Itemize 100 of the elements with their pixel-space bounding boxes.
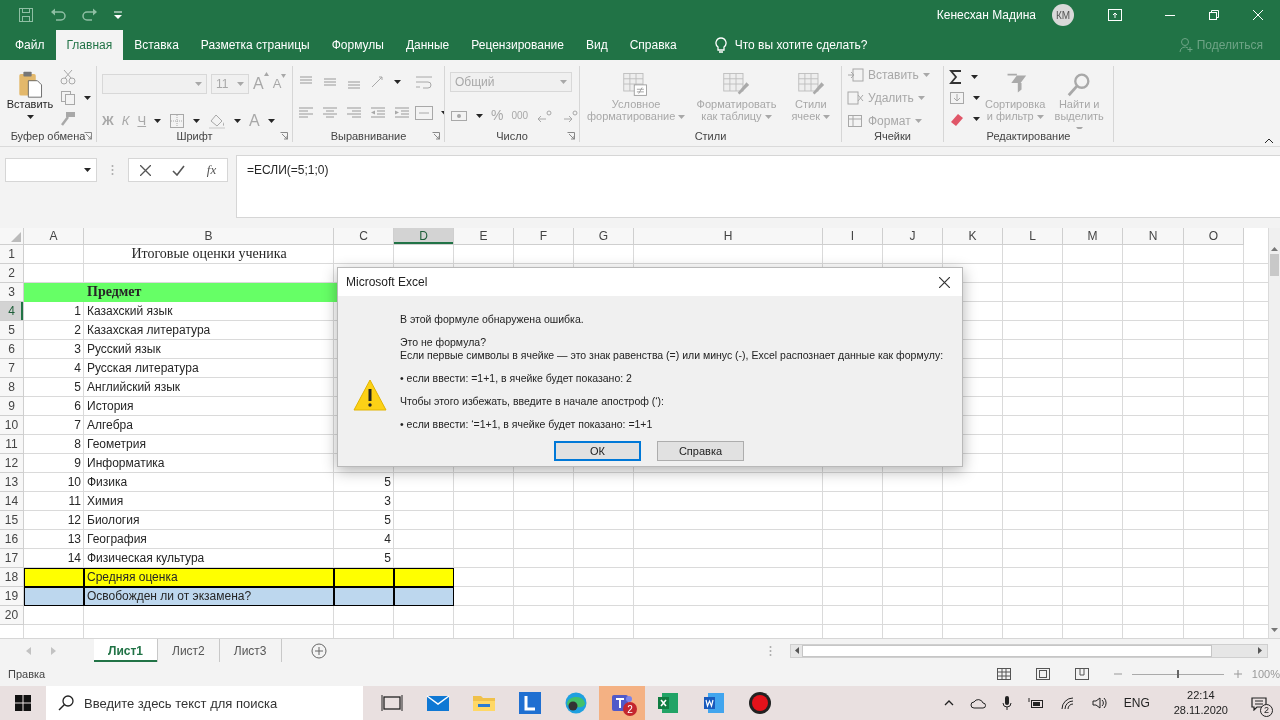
wifi-icon[interactable] bbox=[1059, 696, 1076, 710]
customize-icon[interactable] bbox=[114, 10, 122, 20]
page-layout-icon[interactable] bbox=[1035, 668, 1050, 680]
scissors-icon[interactable] bbox=[60, 68, 76, 85]
next-sheet-icon[interactable] bbox=[51, 646, 56, 655]
ribbon-tab[interactable]: Формулы bbox=[320, 30, 395, 60]
decrease-decimal-icon[interactable] bbox=[562, 108, 579, 123]
ribbon-tab[interactable]: Файл bbox=[4, 30, 56, 60]
show-hidden-icons-icon[interactable] bbox=[943, 700, 954, 706]
column-header[interactable]: H bbox=[634, 228, 823, 245]
column-header[interactable]: I bbox=[823, 228, 883, 245]
search-field[interactable]: Введите здесь текст для поиска bbox=[46, 686, 363, 720]
scrollbar-thumb[interactable] bbox=[1270, 254, 1279, 276]
row-header[interactable]: 17 bbox=[0, 549, 24, 568]
microphone-icon[interactable] bbox=[1001, 695, 1012, 711]
orientation-icon[interactable] bbox=[370, 74, 386, 89]
borders-icon[interactable] bbox=[169, 113, 186, 129]
row-header[interactable]: 18 bbox=[0, 568, 24, 587]
select-all-button[interactable] bbox=[0, 228, 24, 245]
collapse-ribbon-icon[interactable] bbox=[1264, 138, 1274, 144]
column-header[interactable]: E bbox=[454, 228, 514, 245]
currency-icon[interactable] bbox=[450, 108, 468, 123]
tell-me-button[interactable]: Что вы хотите сделать? bbox=[703, 30, 879, 60]
scroll-right-icon[interactable] bbox=[1258, 647, 1262, 654]
column-header[interactable]: B bbox=[84, 228, 334, 245]
ribbon-tab[interactable]: Справка bbox=[618, 30, 688, 60]
ribbon-tab[interactable]: Рецензирование bbox=[460, 30, 575, 60]
cloud-icon[interactable] bbox=[969, 697, 986, 709]
ribbon-display-icon[interactable] bbox=[1108, 9, 1122, 21]
row-header[interactable]: 1 bbox=[0, 245, 24, 264]
close-icon[interactable] bbox=[939, 276, 950, 288]
redo-icon[interactable] bbox=[82, 8, 98, 22]
font-name-field[interactable] bbox=[102, 74, 207, 94]
cancel-icon[interactable] bbox=[139, 164, 151, 176]
merge-icon[interactable] bbox=[415, 105, 433, 122]
dialog-launcher-icon[interactable] bbox=[567, 132, 575, 140]
row-header[interactable]: 9 bbox=[0, 397, 24, 416]
notifications-button[interactable]: 2 bbox=[1244, 688, 1274, 718]
column-header[interactable]: O bbox=[1184, 228, 1244, 245]
fill-color-icon[interactable] bbox=[208, 113, 227, 129]
column-header[interactable]: F bbox=[514, 228, 574, 245]
row-header[interactable]: 12 bbox=[0, 454, 24, 473]
row-header[interactable]: 14 bbox=[0, 492, 24, 511]
increase-decimal-icon[interactable] bbox=[536, 108, 555, 123]
row-header[interactable]: 20 bbox=[0, 606, 24, 625]
normal-view-icon[interactable] bbox=[996, 668, 1011, 680]
row-header[interactable]: 15 bbox=[0, 511, 24, 530]
add-sheet-icon[interactable] bbox=[310, 642, 327, 659]
row-header[interactable]: 8 bbox=[0, 378, 24, 397]
row-header[interactable]: 13 bbox=[0, 473, 24, 492]
clock-date[interactable]: 28.11.2020 bbox=[1173, 703, 1228, 718]
row-header[interactable]: 7 bbox=[0, 359, 24, 378]
eraser-icon[interactable] bbox=[949, 111, 965, 126]
row-header[interactable]: 2 bbox=[0, 264, 24, 283]
row-header[interactable]: 11 bbox=[0, 435, 24, 454]
row-header[interactable]: 3 bbox=[0, 283, 24, 302]
wrap-text-icon[interactable] bbox=[415, 73, 433, 90]
ok-button[interactable]: ОК bbox=[554, 441, 641, 461]
save-icon[interactable] bbox=[18, 7, 34, 23]
column-header[interactable]: C bbox=[334, 228, 394, 245]
scroll-left-icon[interactable] bbox=[795, 647, 799, 654]
row-header[interactable]: 5 bbox=[0, 321, 24, 340]
format-painter-icon[interactable] bbox=[60, 110, 76, 127]
page-break-icon[interactable] bbox=[1074, 668, 1089, 680]
row-header[interactable]: 16 bbox=[0, 530, 24, 549]
sum-icon[interactable] bbox=[949, 69, 963, 84]
row-header[interactable]: 19 bbox=[0, 587, 24, 606]
zoom-slider-thumb[interactable] bbox=[1176, 669, 1179, 678]
insert-function-button[interactable]: fx bbox=[206, 160, 217, 180]
check-icon[interactable] bbox=[172, 164, 186, 176]
chat-app-app[interactable]: 2 bbox=[599, 686, 645, 720]
sheet-tab[interactable]: Лист1 bbox=[94, 639, 159, 662]
column-header[interactable]: A bbox=[24, 228, 84, 245]
row-header[interactable]: 6 bbox=[0, 340, 24, 359]
column-header[interactable]: J bbox=[883, 228, 943, 245]
scroll-down-icon[interactable] bbox=[1271, 628, 1278, 632]
avatar[interactable]: КМ bbox=[1052, 4, 1074, 26]
scrollbar-thumb[interactable] bbox=[802, 644, 1212, 657]
speaker-icon[interactable] bbox=[1091, 696, 1108, 710]
battery-icon[interactable] bbox=[1027, 697, 1044, 709]
ribbon-tab[interactable]: Данные bbox=[394, 30, 461, 60]
zoom-in-icon[interactable] bbox=[1233, 670, 1242, 678]
decrease-indent-icon[interactable] bbox=[370, 106, 386, 121]
dialog-launcher-icon[interactable] bbox=[84, 132, 92, 140]
restore-icon[interactable] bbox=[1209, 10, 1219, 20]
help-button[interactable]: Справка bbox=[657, 441, 744, 461]
ribbon-tab[interactable]: Вид bbox=[574, 30, 619, 60]
undo-icon[interactable] bbox=[50, 8, 66, 22]
column-header[interactable]: K bbox=[943, 228, 1003, 245]
dialog-launcher-icon[interactable] bbox=[432, 132, 440, 140]
column-header[interactable]: D bbox=[394, 228, 454, 245]
fill-down-icon[interactable] bbox=[949, 90, 965, 105]
ribbon-tab[interactable]: Главная bbox=[55, 30, 124, 60]
row-header[interactable]: 4 bbox=[0, 302, 24, 321]
previous-sheet-icon[interactable] bbox=[26, 646, 31, 655]
increase-indent-icon[interactable] bbox=[394, 106, 410, 121]
column-header[interactable]: N bbox=[1123, 228, 1184, 245]
column-header[interactable]: M bbox=[1063, 228, 1123, 245]
language-indicator[interactable]: ENG bbox=[1123, 694, 1150, 712]
column-header[interactable]: L bbox=[1003, 228, 1063, 245]
